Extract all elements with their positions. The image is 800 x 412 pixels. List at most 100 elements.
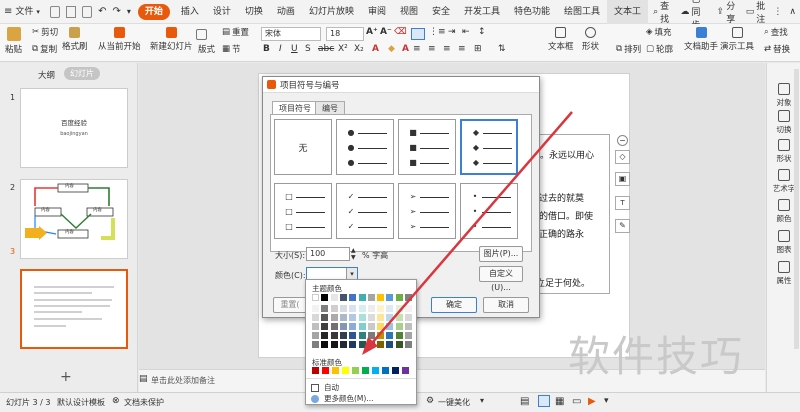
share-button[interactable]: ⇪ 分享	[717, 0, 736, 25]
highlight-icon[interactable]: ◆	[388, 44, 395, 54]
shrink-font-icon[interactable]: A⁻	[380, 27, 392, 37]
color-swatch[interactable]	[367, 294, 375, 301]
outline-button[interactable]: ▢ 轮廓	[646, 43, 673, 55]
color-swatch[interactable]	[358, 314, 366, 321]
color-swatch[interactable]	[405, 314, 412, 321]
font-size-select[interactable]: 18	[326, 27, 364, 41]
comment-button[interactable]: ▭ 批注	[746, 0, 766, 25]
size-input[interactable]: 100	[306, 247, 350, 261]
layout-button[interactable]	[196, 29, 207, 40]
color-swatch[interactable]	[386, 314, 394, 321]
color-swatch[interactable]	[339, 323, 347, 330]
cut-button[interactable]: ✂ 剪切	[32, 26, 58, 38]
standard-color-swatch[interactable]	[332, 367, 339, 374]
preview-icon[interactable]	[82, 5, 93, 18]
color-swatch[interactable]	[395, 314, 403, 321]
tab-insert[interactable]: 插入	[174, 0, 206, 24]
tab-drawing-tools[interactable]: 绘图工具	[557, 0, 607, 24]
standard-color-swatch[interactable]	[322, 367, 329, 374]
template-name[interactable]: 默认设计模板	[57, 397, 105, 408]
color-swatch[interactable]	[339, 305, 347, 312]
color-swatch[interactable]	[386, 305, 394, 312]
protect-status[interactable]: 文档未保护	[124, 397, 164, 408]
tab-review[interactable]: 审阅	[361, 0, 393, 24]
from-current-button[interactable]: 从当前开始	[98, 27, 141, 52]
picture-button[interactable]: 图片(P)...	[479, 246, 523, 262]
reset-button[interactable]: ▤ 重置	[222, 26, 249, 38]
color-swatch[interactable]	[339, 332, 347, 339]
tab-slideshow[interactable]: 幻灯片放映	[302, 0, 361, 24]
section-button[interactable]: ▦ 节	[222, 43, 241, 55]
color-swatch[interactable]	[321, 314, 329, 321]
color-swatch[interactable]	[330, 323, 338, 330]
color-swatch[interactable]	[386, 294, 394, 301]
color-swatch[interactable]	[395, 341, 403, 348]
color-swatch[interactable]	[321, 305, 329, 312]
tab-features[interactable]: 特色功能	[507, 0, 557, 24]
new-slide-button[interactable]: 新建幻灯片	[150, 27, 193, 52]
tab-developer[interactable]: 开发工具	[457, 0, 507, 24]
bullet-option-hollow-square[interactable]: □ □ □	[274, 183, 332, 239]
justify-icon[interactable]: ≡	[458, 44, 466, 54]
bullets-icon[interactable]	[411, 28, 425, 40]
print-icon[interactable]	[65, 5, 77, 18]
color-swatch[interactable]	[339, 294, 347, 301]
more-colors-option[interactable]: 更多颜色(M)...	[311, 393, 373, 404]
color-swatch[interactable]	[367, 314, 375, 321]
tab-view[interactable]: 视图	[393, 0, 425, 24]
standard-color-swatch[interactable]	[392, 367, 399, 374]
color-swatch[interactable]	[339, 314, 347, 321]
underline-icon[interactable]: U	[291, 44, 298, 54]
customize-button[interactable]: 自定义(U)...	[479, 266, 523, 292]
color-swatch[interactable]	[321, 341, 329, 348]
bold-icon[interactable]: B	[263, 44, 270, 54]
replace-button[interactable]: ⇄ 替换	[764, 43, 790, 55]
slide-thumbnail-3[interactable]	[20, 269, 128, 349]
notes-placeholder[interactable]: 单击此处添加备注	[151, 375, 215, 386]
add-slide-icon[interactable]: +	[60, 369, 72, 385]
color-swatch[interactable]	[395, 294, 403, 301]
color-swatch[interactable]	[312, 323, 319, 330]
standard-color-swatch[interactable]	[312, 367, 319, 374]
color-swatch[interactable]	[349, 323, 357, 330]
reset-button[interactable]: 重置(	[273, 297, 307, 313]
presentation-tools-button[interactable]: 演示工具	[720, 27, 754, 52]
chevron-down-icon[interactable]: ▾	[480, 396, 484, 405]
standard-color-swatch[interactable]	[342, 367, 349, 374]
standard-color-swatch[interactable]	[372, 367, 379, 374]
color-swatch[interactable]	[377, 323, 385, 330]
subscript-icon[interactable]: X₂	[354, 44, 364, 54]
tab-animation[interactable]: 动画	[270, 0, 302, 24]
color-swatch[interactable]	[321, 332, 329, 339]
undo-icon[interactable]: ↶	[98, 6, 106, 17]
italic-icon[interactable]: I	[279, 44, 282, 54]
beautify-button[interactable]: 一键美化	[438, 397, 470, 408]
collapse-icon[interactable]: ∧	[789, 7, 796, 17]
color-swatch[interactable]	[405, 305, 412, 312]
align-center-icon[interactable]: ≡	[428, 44, 436, 54]
more-options-icon[interactable]: ⋮	[773, 7, 782, 17]
color-swatch[interactable]	[367, 305, 375, 312]
arrange-button[interactable]: ⧉ 排列	[616, 43, 641, 55]
standard-color-swatch[interactable]	[362, 367, 369, 374]
color-swatch[interactable]	[358, 332, 366, 339]
color-swatch[interactable]	[349, 341, 357, 348]
bullet-option-square[interactable]: ■ ■ ■	[398, 119, 456, 175]
color-swatch[interactable]	[358, 294, 366, 301]
color-swatch[interactable]	[330, 341, 338, 348]
font-color-icon[interactable]: A	[372, 44, 379, 54]
layout-label-button[interactable]: 版式	[198, 43, 215, 55]
color-swatch[interactable]	[395, 305, 403, 312]
shadow-icon[interactable]: S	[305, 44, 311, 54]
paste-button[interactable]: 粘贴	[5, 27, 22, 55]
color-swatch[interactable]	[339, 341, 347, 348]
color-swatch[interactable]	[312, 332, 319, 339]
text-effect-icon[interactable]: A	[402, 44, 409, 54]
color-swatch[interactable]	[312, 305, 319, 312]
color-swatch[interactable]	[386, 323, 394, 330]
collapse-icon[interactable]: −	[617, 135, 628, 146]
color-swatch[interactable]	[330, 314, 338, 321]
normal-view-icon[interactable]: ▤	[520, 396, 529, 407]
color-swatch[interactable]	[349, 332, 357, 339]
color-swatch[interactable]	[367, 341, 375, 348]
